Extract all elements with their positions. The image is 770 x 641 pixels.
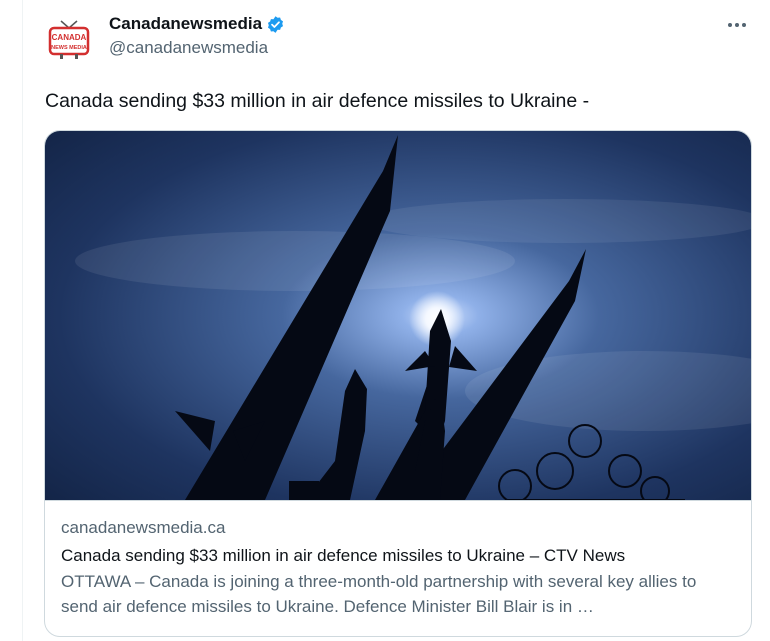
- card-domain[interactable]: canadanewsmedia.ca: [61, 517, 735, 539]
- handle[interactable]: @canadanewsmedia: [109, 38, 285, 58]
- card-description: OTTAWA – Canada is joining a three-month…: [61, 572, 697, 616]
- avatar-text-top: CANADA: [52, 33, 87, 42]
- more-icon[interactable]: [722, 10, 752, 40]
- author-info: Canadanewsmedia @canadanewsmedia: [109, 12, 285, 58]
- avatar-text-bottom: NEWS MEDIA: [51, 45, 87, 51]
- link-card[interactable]: canadanewsmedia.ca Canada sending $33 mi…: [44, 130, 752, 637]
- tweet[interactable]: CANADA NEWS MEDIA Canadanewsmedia @canad…: [22, 0, 770, 641]
- display-name[interactable]: Canadanewsmedia: [109, 14, 262, 34]
- verified-badge-icon: [266, 15, 285, 34]
- avatar[interactable]: CANADA NEWS MEDIA: [47, 18, 91, 62]
- missiles-photo[interactable]: [45, 131, 751, 500]
- tweet-text: Canada sending $33 million in air defenc…: [45, 90, 590, 112]
- card-title[interactable]: Canada sending $33 million in air defenc…: [61, 545, 735, 567]
